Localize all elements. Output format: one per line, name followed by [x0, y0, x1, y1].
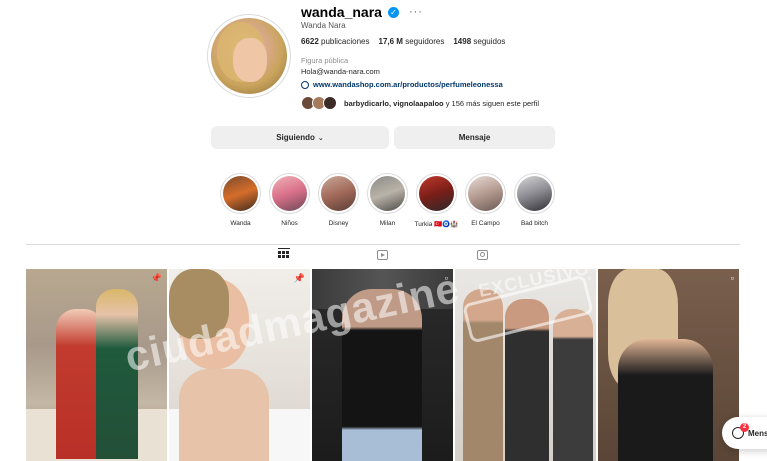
highlight-ring: [465, 173, 506, 214]
highlight-cover: [321, 176, 356, 211]
posts-count: 6622: [301, 37, 319, 46]
tab-posts[interactable]: [278, 248, 290, 260]
highlight-item[interactable]: Milan: [363, 173, 412, 228]
highlight-ring: [514, 173, 555, 214]
highlight-item[interactable]: Turkia 🇹🇷🧿🏰: [412, 173, 461, 228]
followers-label: seguidores: [405, 37, 445, 46]
highlight-label: El Campo: [471, 220, 500, 227]
reel-indicator-icon: ▫: [730, 273, 734, 283]
highlight-label: Bad bitch: [520, 220, 549, 227]
post-thumbnail[interactable]: ▫: [598, 269, 739, 461]
more-options-icon[interactable]: ···: [409, 6, 423, 18]
message-button[interactable]: Mensaje: [394, 126, 555, 149]
message-button-label: Mensaje: [458, 133, 491, 142]
messages-count-badge: 2: [740, 423, 749, 432]
full-name: Wanda Nara: [301, 21, 346, 30]
tab-reels[interactable]: [377, 248, 389, 260]
chevron-down-icon: ⌄: [317, 134, 324, 142]
grid-icon: [278, 251, 290, 258]
posts-stat: 6622 publicaciones: [301, 37, 370, 46]
followers-count: 17,6 M: [378, 37, 403, 46]
profile-avatar[interactable]: [207, 14, 291, 98]
following-label: seguidos: [473, 37, 506, 46]
highlight-cover: [223, 176, 258, 211]
following-button-label: Siguiendo: [276, 133, 315, 142]
followed-by-avatars: [301, 96, 337, 110]
highlight-ring: [269, 173, 310, 214]
highlight-ring: [416, 173, 457, 214]
username: wanda_nara: [301, 4, 382, 20]
highlight-item[interactable]: Niños: [265, 173, 314, 228]
story-highlights: Wanda Niños Disney Milan Turkia 🇹🇷🧿🏰 El …: [216, 173, 559, 228]
highlight-label: Turkia 🇹🇷🧿🏰: [414, 221, 459, 228]
following-button[interactable]: Siguiendo ⌄: [211, 126, 389, 149]
pin-icon: 📌: [150, 273, 162, 283]
profile-email: Hola@wanda-nara.com: [301, 67, 380, 76]
following-stat[interactable]: 1498 seguidos: [453, 37, 505, 46]
highlight-cover: [272, 176, 307, 211]
highlight-item[interactable]: Wanda: [216, 173, 265, 228]
posts-label: publicaciones: [321, 37, 370, 46]
profile-link[interactable]: www.wandashop.com.ar/productos/perfumele…: [313, 80, 503, 89]
highlight-ring: [220, 173, 261, 214]
highlight-ring: [367, 173, 408, 214]
highlight-item[interactable]: Bad bitch: [510, 173, 559, 228]
messages-label: Mens: [748, 428, 767, 438]
followers-stat[interactable]: 17,6 M seguidores: [379, 37, 445, 46]
highlight-item[interactable]: Disney: [314, 173, 363, 228]
followed-by-text: barbydicarlo, vignolaapaloo y 156 más si…: [344, 99, 539, 108]
mini-avatar: [323, 96, 337, 110]
followed-by-names: barbydicarlo, vignolaapaloo: [344, 98, 444, 108]
pin-icon: 📌: [293, 273, 305, 283]
highlight-cover: [517, 176, 552, 211]
highlight-label: Wanda: [230, 220, 251, 227]
following-count: 1498: [453, 37, 472, 46]
reels-icon: [377, 250, 388, 260]
verified-badge-icon: ✓: [387, 6, 399, 18]
highlight-cover: [419, 176, 454, 211]
profile-stats: 6622 publicaciones 17,6 M seguidores 149…: [301, 37, 505, 46]
highlight-ring: [318, 173, 359, 214]
messages-button[interactable]: Mens: [722, 417, 767, 449]
profile-link-row[interactable]: www.wandashop.com.ar/productos/perfumele…: [301, 80, 503, 89]
highlight-item[interactable]: El Campo: [461, 173, 510, 228]
highlight-label: Milan: [379, 220, 396, 227]
highlight-label: Disney: [328, 220, 349, 227]
highlight-label: Niños: [281, 220, 298, 227]
profile-avatar-image: [211, 18, 287, 94]
highlight-cover: [370, 176, 405, 211]
username-row: wanda_nara ✓ ···: [301, 4, 423, 20]
followed-by-row[interactable]: barbydicarlo, vignolaapaloo y 156 más si…: [301, 96, 539, 110]
link-icon: [301, 80, 309, 89]
highlight-cover: [468, 176, 503, 211]
followed-by-suffix: y 156 más siguen este perfil: [443, 98, 540, 108]
profile-category: Figura pública: [301, 56, 349, 65]
